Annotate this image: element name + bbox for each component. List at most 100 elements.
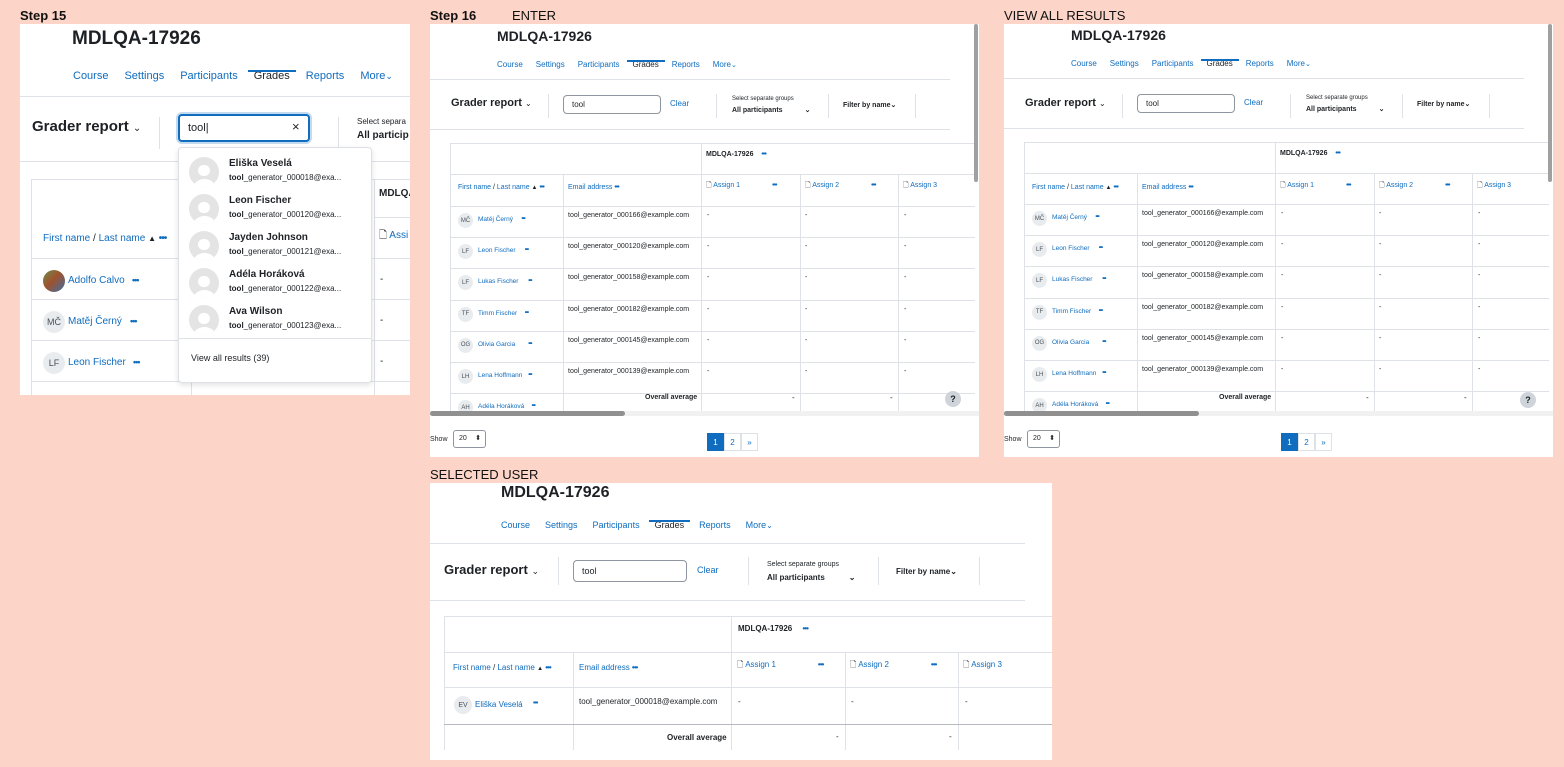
nav-reports[interactable]: Reports <box>672 60 700 69</box>
name-sort-header[interactable]: First name / Last name ▲ ••• <box>453 663 552 672</box>
grader-report-title[interactable]: Grader report ⌄ <box>444 562 539 577</box>
grade-cell[interactable]: - <box>1379 272 1381 279</box>
grade-cell[interactable]: - <box>1379 366 1381 373</box>
grade-cell[interactable]: - <box>738 697 741 706</box>
nav-settings[interactable]: Settings <box>1110 59 1139 68</box>
user-name-link[interactable]: Adéla Horáková <box>478 403 524 410</box>
grade-cell[interactable]: - <box>1281 210 1283 217</box>
grade-cell[interactable]: - <box>1281 366 1283 373</box>
close-icon[interactable]: × <box>292 119 300 134</box>
ellipsis-icon[interactable]: ••• <box>528 341 532 347</box>
grade-cell[interactable]: - <box>1478 304 1480 311</box>
grade-cell[interactable]: - <box>805 337 807 344</box>
nav-settings[interactable]: Settings <box>536 60 565 69</box>
name-sort-header[interactable]: First name / Last name ▲ ••• <box>43 233 167 244</box>
assign-column-header[interactable]: 🗋 Assign 1 ••• <box>737 659 824 673</box>
grade-cell[interactable]: - <box>1281 241 1283 248</box>
user-name-link[interactable]: Adolfo Calvo <box>68 275 125 286</box>
grader-report-title[interactable]: Grader report ⌄ <box>32 118 141 135</box>
user-name-link[interactable]: Matěj Černý <box>478 216 513 223</box>
user-name-link[interactable]: Lukas Fischer <box>478 278 518 285</box>
user-name-link[interactable]: Matěj Černý <box>68 316 122 327</box>
nav-grades[interactable]: Grades <box>648 520 690 530</box>
assign-column-header[interactable]: 🗋 Assign 3 <box>903 181 937 192</box>
ellipsis-icon[interactable]: ••• <box>761 151 766 158</box>
nav-course[interactable]: Course <box>1071 59 1097 68</box>
user-name-link[interactable]: Olivia Garcia <box>1052 339 1089 346</box>
next-page-link[interactable]: » <box>741 433 758 451</box>
grade-cell[interactable]: - <box>380 356 383 367</box>
grade-cell[interactable]: - <box>904 306 906 313</box>
grade-cell[interactable]: - <box>707 368 709 375</box>
ellipsis-icon[interactable]: ••• <box>159 233 167 244</box>
grade-cell[interactable]: - <box>1281 272 1283 279</box>
clear-button[interactable]: Clear <box>670 99 689 108</box>
grade-cell[interactable]: - <box>1281 304 1283 311</box>
ellipsis-icon[interactable]: ••• <box>802 624 808 633</box>
view-all-results-link[interactable]: View all results (39) <box>191 353 269 363</box>
nav-more[interactable]: More⌄ <box>360 70 393 82</box>
groups-select[interactable]: All participants ⌄ <box>1306 105 1384 113</box>
user-name-link[interactable]: Eliška Veselá <box>475 700 523 709</box>
nav-course[interactable]: Course <box>501 520 530 530</box>
user-name-link[interactable]: Leon Fischer <box>68 357 126 368</box>
assign-column-header[interactable]: 🗋 Assign 2 ••• <box>805 181 877 192</box>
grade-cell[interactable]: - <box>707 212 709 219</box>
nav-reports[interactable]: Reports <box>1246 59 1274 68</box>
user-name-link[interactable]: Leon Fischer <box>478 247 516 254</box>
grade-cell[interactable]: - <box>805 243 807 250</box>
grade-cell[interactable]: - <box>380 274 383 285</box>
nav-more[interactable]: More⌄ <box>713 60 737 69</box>
grade-cell[interactable]: - <box>904 337 906 344</box>
nav-course[interactable]: Course <box>497 60 523 69</box>
grade-cell[interactable]: - <box>1478 335 1480 342</box>
clear-button[interactable]: Clear <box>697 565 719 575</box>
grade-cell[interactable]: - <box>707 306 709 313</box>
filter-by-name-button[interactable]: Filter by name⌄ <box>1417 100 1470 108</box>
grader-report-title[interactable]: Grader report ⌄ <box>451 97 532 109</box>
vertical-scrollbar[interactable] <box>1548 24 1552 182</box>
user-name-link[interactable]: Matěj Černý <box>1052 214 1087 221</box>
help-icon[interactable]: ? <box>1520 392 1536 408</box>
filter-by-name-button[interactable]: Filter by name⌄ <box>896 567 957 576</box>
ellipsis-icon[interactable]: ••• <box>1102 339 1106 345</box>
grade-cell[interactable]: - <box>965 697 968 706</box>
search-input[interactable]: tool <box>563 95 661 114</box>
ellipsis-icon[interactable]: ••• <box>130 316 138 326</box>
ellipsis-icon[interactable]: ••• <box>532 403 536 409</box>
grade-cell[interactable]: - <box>904 274 906 281</box>
grade-cell[interactable]: - <box>1478 272 1480 279</box>
ellipsis-icon[interactable]: ••• <box>525 247 529 253</box>
ellipsis-icon[interactable]: ••• <box>545 663 551 672</box>
page-1-link[interactable]: 1 <box>1281 433 1298 451</box>
grade-cell[interactable]: - <box>805 368 807 375</box>
assign-column-header[interactable]: 🗋 Assign 3 <box>1477 181 1511 192</box>
user-name-link[interactable]: Adéla Horáková <box>1052 401 1098 408</box>
scrollbar-thumb[interactable] <box>1004 411 1199 416</box>
assign-column-header[interactable]: 🗋 Assign 1 ••• <box>1280 181 1352 192</box>
ellipsis-icon[interactable]: ••• <box>1335 150 1340 157</box>
assign-column-header[interactable]: 🗋 Assign 2 ••• <box>1379 181 1451 192</box>
grade-cell[interactable]: - <box>1379 304 1381 311</box>
ellipsis-icon[interactable]: ••• <box>1106 401 1110 407</box>
name-sort-header[interactable]: First name / Last name ▲ ••• <box>458 184 545 191</box>
assign-column-header[interactable]: 🗋 Assi <box>379 228 408 245</box>
ellipsis-icon[interactable]: ••• <box>1095 214 1099 220</box>
grade-cell[interactable]: - <box>1379 335 1381 342</box>
ellipsis-icon[interactable]: ••• <box>1113 184 1118 191</box>
page-1-link[interactable]: 1 <box>707 433 724 451</box>
user-name-link[interactable]: Leon Fischer <box>1052 245 1090 252</box>
assign-column-header[interactable]: 🗋 Assign 1 ••• <box>706 181 778 192</box>
nav-settings[interactable]: Settings <box>124 70 164 82</box>
nav-grades[interactable]: Grades <box>626 60 666 69</box>
email-header[interactable]: Email address ••• <box>1142 184 1194 191</box>
grade-cell[interactable]: - <box>904 212 906 219</box>
grade-cell[interactable]: - <box>1379 241 1381 248</box>
per-page-select[interactable]: 20 ⬍ <box>1027 430 1060 448</box>
nav-participants[interactable]: Participants <box>593 520 640 530</box>
ellipsis-icon[interactable]: ••• <box>1099 308 1103 314</box>
grade-cell[interactable]: - <box>707 243 709 250</box>
vertical-scrollbar[interactable] <box>974 24 978 182</box>
grade-cell[interactable]: - <box>707 274 709 281</box>
groups-select[interactable]: All participants ⌄ <box>732 106 810 114</box>
